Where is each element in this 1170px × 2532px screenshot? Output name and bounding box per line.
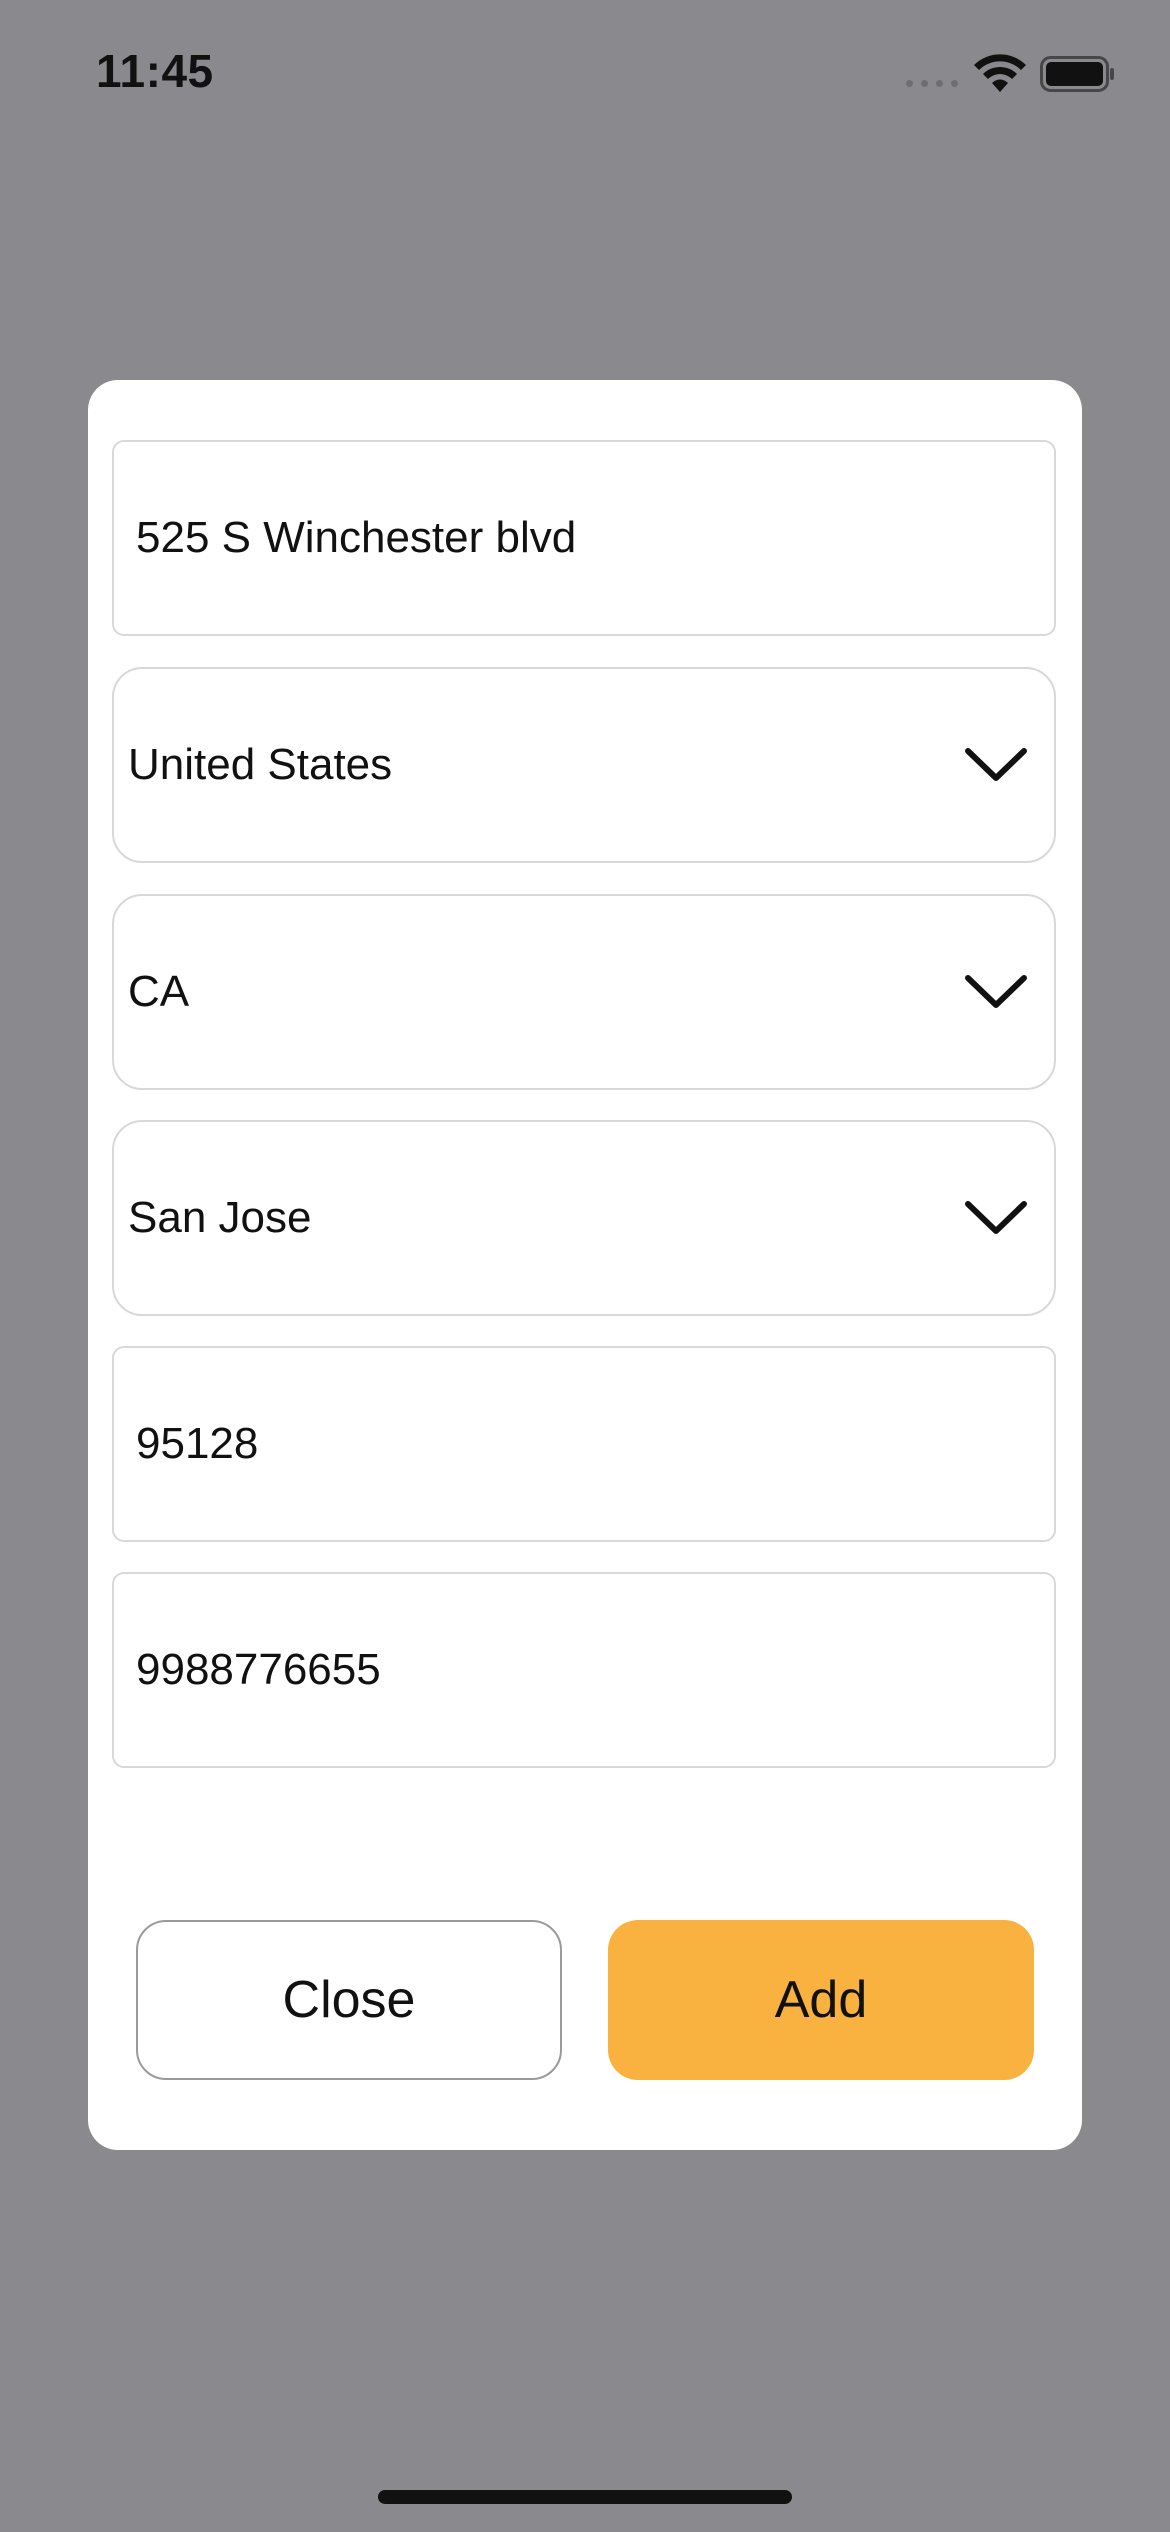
add-button[interactable]: Add [608,1920,1034,2080]
zip-code-input[interactable]: 95128 [112,1346,1056,1542]
zip-code-input-value: 95128 [136,1419,259,1468]
address-input-value: 525 S Winchester blvd [136,513,577,562]
city-dropdown[interactable]: San Jose [112,1120,1056,1316]
state-dropdown-value: CA [128,967,190,1016]
country-dropdown[interactable]: United States [112,667,1056,863]
city-dropdown-value: San Jose [128,1193,312,1242]
phone-input[interactable]: 9988776655 [112,1572,1056,1768]
status-time: 11:45 [96,45,214,97]
chevron-down-icon [965,748,1027,781]
close-button[interactable]: Close [136,1920,562,2080]
wifi-icon [974,54,1026,92]
chevron-down-icon [965,975,1027,1008]
phone-input-value: 9988776655 [136,1645,381,1694]
address-input[interactable]: 525 S Winchester blvd [112,440,1056,636]
country-dropdown-value: United States [128,740,393,789]
cellular-signal-icon [906,80,958,87]
state-dropdown[interactable]: CA [112,894,1056,1090]
add-address-modal: 525 S Winchester blvd United States CA S… [88,380,1082,2150]
home-indicator[interactable] [378,2490,792,2504]
battery-icon [1040,56,1114,92]
chevron-down-icon [965,1201,1027,1234]
